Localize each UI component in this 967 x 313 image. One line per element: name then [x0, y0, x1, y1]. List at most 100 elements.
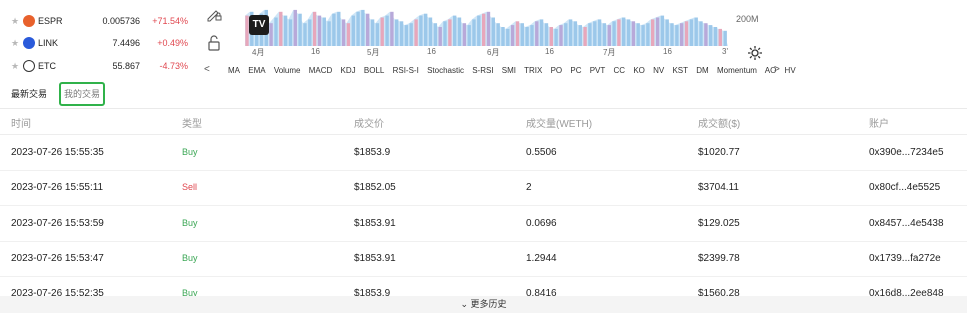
tab-latest-trades[interactable]: 最新交易	[11, 87, 47, 100]
watchlist-item[interactable]: ★ LINK 7.4496 +0.49%	[0, 34, 200, 54]
trade-account-link[interactable]: 0x390e...7234e5	[869, 147, 944, 158]
star-icon[interactable]: ★	[11, 61, 19, 72]
volume-bar	[559, 25, 563, 46]
volume-bar	[332, 13, 336, 46]
change: -4.73%	[159, 61, 188, 71]
indicator-macd[interactable]: MACD	[309, 66, 333, 75]
volume-bar	[646, 23, 650, 46]
indicator-kst[interactable]: KST	[672, 66, 688, 75]
volume-bar	[539, 19, 544, 46]
watchlist-item[interactable]: ★ ESPR 0.005736 +71.54%	[0, 12, 200, 32]
table-row: 2023-07-26 15:55:35 Buy $1853.9 0.5506 $…	[0, 135, 967, 171]
indicator-ema[interactable]: EMA	[248, 66, 265, 75]
indicator-trix[interactable]: TRIX	[524, 66, 542, 75]
volume-bar	[689, 19, 694, 46]
trade-type: Sell	[182, 182, 198, 192]
tab-my-trades[interactable]: 我的交易	[59, 82, 105, 106]
indicator-pvt[interactable]: PVT	[590, 66, 606, 75]
volume-chart[interactable]	[245, 6, 728, 46]
indicator-cc[interactable]: CC	[614, 66, 626, 75]
unlock-icon[interactable]	[205, 34, 223, 52]
indicator-volume[interactable]: Volume	[274, 66, 301, 75]
volume-bar	[709, 25, 713, 46]
volume-bar	[506, 28, 510, 46]
gear-icon[interactable]	[747, 45, 763, 61]
volume-bar	[308, 19, 312, 46]
indicator-boll[interactable]: BOLL	[364, 66, 384, 75]
indicator-momentum[interactable]: Momentum	[717, 66, 757, 75]
volume-bar	[385, 15, 389, 46]
trade-account-link[interactable]: 0x80cf...4e5525	[869, 182, 940, 193]
indicator-kdj[interactable]: KDJ	[341, 66, 356, 75]
trade-qty: 0.5506	[526, 147, 557, 158]
volume-bar	[298, 13, 302, 46]
table-row: 2023-07-26 15:53:59 Buy $1853.91 0.0696 …	[0, 206, 967, 242]
volume-bar	[607, 25, 611, 46]
volume-bar	[660, 15, 665, 46]
volume-bar	[293, 9, 297, 46]
volume-bar	[356, 11, 360, 46]
volume-bar	[477, 15, 481, 46]
indicator-srsi[interactable]: S-RSI	[472, 66, 493, 75]
volume-bar	[453, 15, 457, 46]
trade-qty: 1.2944	[526, 253, 557, 264]
watchlist-item[interactable]: ★ ETC 55.867 -4.73%	[0, 57, 200, 77]
volume-bar	[496, 23, 500, 46]
indicator-po[interactable]: PO	[551, 66, 563, 75]
trade-qty: 2	[526, 182, 532, 193]
volume-bar	[337, 11, 341, 46]
indicator-ma[interactable]: MA	[228, 66, 240, 75]
volume-bar	[578, 25, 582, 46]
indicator-smi[interactable]: SMI	[502, 66, 516, 75]
volume-bar	[602, 23, 607, 46]
volume-bar	[467, 25, 471, 46]
trade-qty: 0.0696	[526, 218, 557, 229]
indicator-pc[interactable]: PC	[570, 66, 581, 75]
volume-bar	[655, 17, 660, 46]
time-axis: 4月 16 5月 16 6月 16 7月 16 3'	[245, 47, 735, 61]
chart-tools	[205, 6, 227, 66]
volume-bar	[723, 30, 727, 46]
trade-account-link[interactable]: 0x1739...fa272e	[869, 253, 941, 264]
symbol: ETC	[38, 61, 56, 71]
star-icon[interactable]: ★	[11, 16, 19, 27]
indicator-nv[interactable]: NV	[653, 66, 664, 75]
table-header: 时间 类型 成交价 成交量(WETH) 成交额($) 账户	[0, 108, 967, 135]
volume-bar	[515, 21, 520, 46]
volume-bar	[351, 15, 355, 46]
change: +71.54%	[152, 16, 188, 26]
volume-bar	[554, 28, 558, 46]
volume-bar	[525, 27, 529, 46]
chevron-left-icon[interactable]: <	[204, 64, 210, 76]
coin-icon	[23, 60, 35, 72]
volume-bar	[395, 19, 399, 46]
chevron-right-icon[interactable]: >	[774, 64, 780, 76]
volume-bar	[279, 11, 283, 46]
volume-bar	[617, 19, 621, 46]
star-icon[interactable]: ★	[11, 38, 19, 49]
trade-account-link[interactable]: 0x8457...4e5438	[869, 218, 944, 229]
x-tick: 16	[663, 47, 672, 56]
volume-bar	[535, 21, 539, 46]
volume-bar	[549, 27, 553, 46]
indicator-stochastic[interactable]: Stochastic	[427, 66, 464, 75]
indicator-ko[interactable]: KO	[633, 66, 645, 75]
trade-price: $1853.9	[354, 147, 391, 158]
indicator-dm[interactable]: DM	[696, 66, 708, 75]
pencil-lock-icon[interactable]	[205, 6, 223, 24]
volume-bar	[448, 19, 452, 46]
trade-amount: $2399.78	[698, 253, 740, 264]
volume-bar	[322, 17, 326, 46]
more-history-button[interactable]: ⌄ 更多历史	[0, 296, 967, 313]
indicator-rsi[interactable]: RSI-S-I	[393, 66, 419, 75]
column-header-price: 成交价	[354, 119, 384, 130]
trade-amount: $3704.11	[698, 182, 739, 193]
volume-bar	[713, 27, 718, 46]
volume-bar	[694, 17, 698, 46]
price: 0.005736	[102, 16, 140, 26]
column-header-time: 时间	[11, 119, 31, 130]
indicator-hv[interactable]: HV	[785, 66, 796, 75]
coin-icon	[23, 37, 35, 49]
trade-price: $1852.05	[354, 182, 396, 193]
volume-bar	[622, 17, 626, 46]
